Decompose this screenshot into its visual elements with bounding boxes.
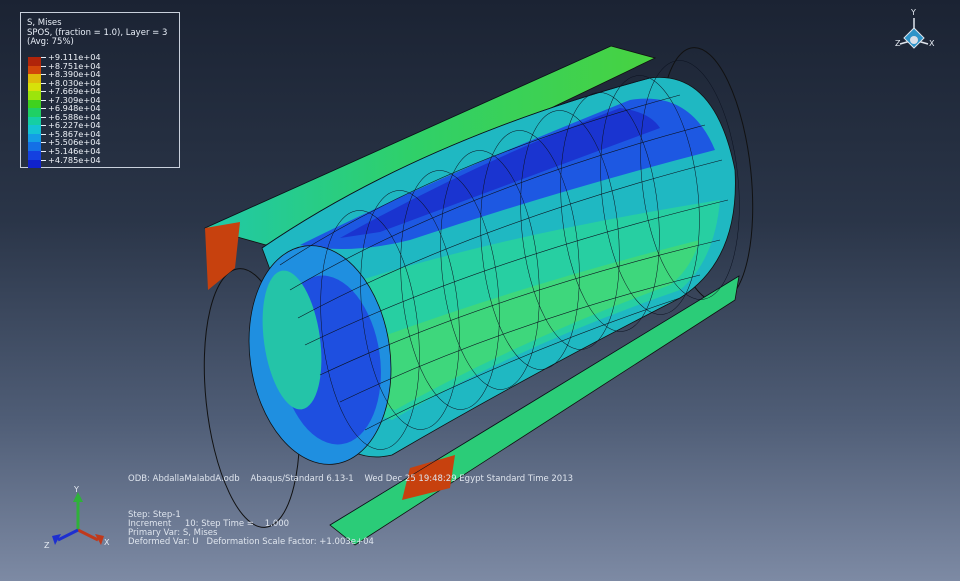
legend-tick	[41, 125, 46, 127]
legend-swatch	[28, 65, 41, 75]
legend-tick	[41, 133, 46, 135]
svg-text:X: X	[929, 39, 935, 48]
svg-text:Z: Z	[895, 39, 901, 48]
legend-swatch	[28, 125, 41, 134]
legend-swatch	[28, 151, 41, 160]
legend-tick	[41, 74, 46, 76]
legend-swatch	[28, 108, 41, 117]
legend-tick	[41, 116, 46, 118]
legend-tick	[41, 91, 46, 93]
legend-tick	[41, 57, 46, 58]
legend-swatch	[28, 99, 41, 109]
legend-swatch	[28, 142, 41, 152]
svg-text:Y: Y	[910, 8, 916, 17]
legend-tick	[41, 142, 46, 144]
triad-x-label: X	[104, 538, 110, 547]
legend-tick	[41, 99, 46, 101]
triad-y-label: Y	[73, 485, 79, 494]
legend-swatch	[28, 57, 41, 66]
legend-tick	[41, 151, 46, 153]
legend-averaging: (Avg: 75%)	[27, 37, 74, 47]
legend-tick	[41, 108, 46, 110]
legend-swatch	[28, 159, 41, 169]
odb-info-line: ODB: AbdallaMalabdA.odb Abaqus/Standard …	[128, 474, 574, 484]
legend-swatch	[28, 74, 41, 83]
legend-swatch	[28, 133, 41, 143]
legend-tick	[41, 65, 46, 67]
legend-swatch	[28, 116, 41, 126]
legend-swatch	[28, 82, 41, 92]
legend-value: +4.785e+04	[48, 154, 101, 165]
deformed-var-label: Deformed Var: U Deformation Scale Factor…	[128, 537, 374, 547]
axis-triad: Y X Z	[44, 485, 110, 550]
legend-tick	[41, 159, 46, 161]
legend-swatch	[28, 91, 41, 100]
orientation-cube-icon[interactable]: Y X Z	[895, 8, 935, 49]
legend-tick	[41, 82, 46, 84]
triad-z-label: Z	[44, 541, 50, 550]
